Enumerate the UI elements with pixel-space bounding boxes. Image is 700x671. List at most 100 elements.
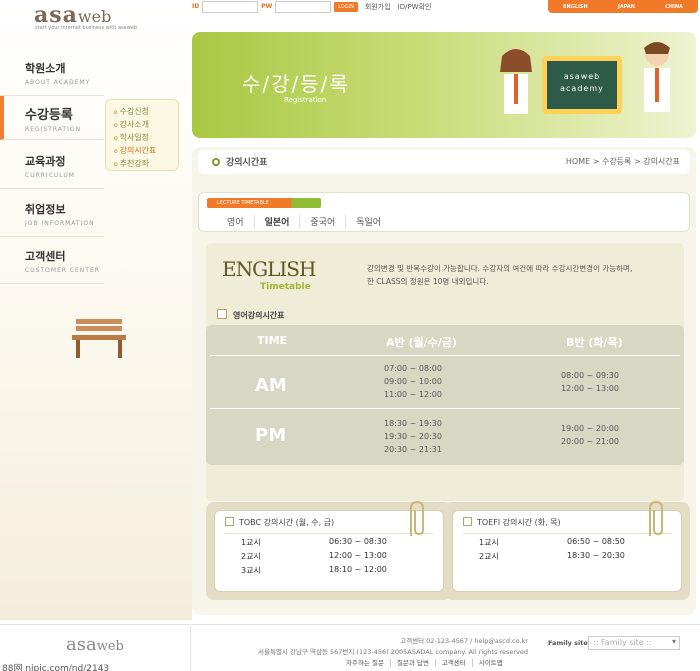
- time-slot: 09:00 ~ 10:00: [384, 377, 442, 386]
- lang-japan[interactable]: JAPAN: [618, 4, 635, 10]
- submenu-item[interactable]: 추천강좌: [114, 158, 178, 171]
- footer-contact: 고객센터 02-123-4567 / help@ascd.co.kr: [400, 637, 528, 645]
- menu-customer[interactable]: 고객센터 CUSTOMER CENTER: [0, 240, 104, 284]
- timetable-subtitle: Timetable: [260, 282, 311, 292]
- join-link[interactable]: 회원가입: [365, 2, 391, 12]
- board-text-2: academy: [560, 84, 604, 93]
- time-slot: 20:00 ~ 21:00: [561, 437, 619, 446]
- toeic-title: TOBC 강의시간 (월, 수, 금): [225, 517, 433, 534]
- language-bar: ENGLISH JAPAN CHINA: [548, 0, 698, 13]
- pw-label: PW: [261, 3, 273, 10]
- toefl-row: 1교시 06:50 ~ 08:50: [463, 537, 671, 548]
- time-slot: 19:00 ~ 20:00: [561, 424, 619, 433]
- submenu: 수강신청 강사소개 학사일정 강의시간표 추천강좌: [105, 99, 179, 171]
- pm-class-b: 19:00 ~ 20:00 20:00 ~ 21:00: [545, 422, 635, 448]
- header-class-a: A반 (월/수/금): [386, 336, 457, 349]
- submenu-item[interactable]: 학사일정: [114, 132, 178, 145]
- time: 12:00 ~ 13:00: [329, 551, 387, 560]
- paperclip-icon: [649, 500, 663, 536]
- period: 2교시: [479, 552, 499, 561]
- lang-english[interactable]: ENGLISH: [563, 4, 588, 10]
- row-pm: PM: [255, 425, 287, 446]
- submenu-item[interactable]: 강사소개: [114, 119, 178, 132]
- footer-links: 자주하는 질문 질문과 답변 고객센터 사이트맵: [340, 657, 509, 667]
- period: 1교시: [241, 538, 261, 547]
- header-time: TIME: [257, 334, 288, 347]
- banner-title: 수/강/등/록: [242, 72, 350, 96]
- menu-sublabel: ABOUT ACADEMY: [25, 79, 91, 86]
- banner: 수/강/등/록 Registration asaweb academy: [192, 32, 696, 138]
- description: 강의변경 및 반복수강이 가능합니다. 수강자의 여건에 따라 수강시간변경이 …: [367, 262, 679, 288]
- tab-japanese[interactable]: 일본어: [255, 215, 301, 228]
- lecture-timetable-label: LECTURE TIMETABLE: [207, 198, 321, 208]
- period: 2교시: [241, 552, 261, 561]
- bullet-icon: [212, 158, 220, 166]
- lang-china[interactable]: CHINA: [665, 4, 683, 10]
- footer-logo-web: web: [96, 639, 124, 654]
- english-title: ENGLISH: [222, 257, 316, 281]
- time: 18:30 ~ 20:30: [567, 551, 625, 560]
- submenu-item-selected[interactable]: 강의시간표: [114, 145, 178, 158]
- menu-label: 수강등록: [25, 108, 73, 123]
- family-site-label: Family site: [548, 639, 588, 647]
- footer-link[interactable]: 자주하는 질문: [340, 659, 390, 667]
- section-title: 영어강의시간표: [217, 309, 285, 321]
- find-link[interactable]: ID/PW확인: [398, 2, 432, 12]
- paperclip-icon: [410, 500, 424, 536]
- am-class-b: 08:00 ~ 09:30 12:00 ~ 13:00: [545, 369, 635, 395]
- id-label: ID: [192, 3, 200, 10]
- toeic-row: 3교시 18:10 ~ 12:00: [225, 565, 433, 576]
- time-slot: 19:30 ~ 20:30: [384, 432, 442, 441]
- footer-logo: asaweb: [66, 634, 124, 655]
- family-site-select[interactable]: :: Family site ::: [588, 636, 680, 650]
- logo-tagline: start your internet business with asaweb: [35, 25, 138, 31]
- menu-about[interactable]: 학원소개 ABOUT ACADEMY: [0, 52, 104, 96]
- tab-chinese[interactable]: 중국어: [300, 215, 347, 228]
- time-slot: 18:30 ~ 19:30: [384, 419, 442, 428]
- toefl-row: 2교시 18:30 ~ 20:30: [463, 551, 671, 562]
- id-input[interactable]: [202, 0, 259, 13]
- menu-sublabel: REGISTRATION: [25, 126, 82, 133]
- time-slot: 12:00 ~ 13:00: [561, 384, 619, 393]
- time-slot: 07:00 ~ 08:00: [384, 364, 442, 373]
- submenu-item[interactable]: 수강신청: [114, 106, 178, 119]
- menu-job[interactable]: 취업정보 JOB INFORMATION: [0, 193, 104, 237]
- watermark: 88网 nipic.com/nd/2143: [2, 664, 110, 671]
- login-button[interactable]: LOGIN: [334, 1, 358, 12]
- time-slot: 11:00 ~ 12:00: [384, 390, 442, 399]
- page-title: 강의시간표: [226, 158, 268, 168]
- menu-sublabel: CURRICULUM: [25, 172, 75, 179]
- footer-info: 고객센터 02-123-4567 / help@ascd.co.kr 서울특별시…: [238, 636, 528, 658]
- menu-label: 고객센터: [25, 250, 66, 263]
- row-divider: [210, 355, 680, 356]
- time: 06:30 ~ 08:30: [329, 537, 387, 546]
- tab-german[interactable]: 독일어: [346, 215, 391, 228]
- am-class-a: 07:00 ~ 08:00 09:00 ~ 10:00 11:00 ~ 12:0…: [368, 362, 458, 401]
- toeic-row: 1교시 06:30 ~ 08:30: [225, 537, 433, 548]
- header-class-b: B반 (화/목): [566, 336, 623, 349]
- pw-input[interactable]: [275, 0, 332, 13]
- period: 3교시: [241, 566, 261, 575]
- menu-registration[interactable]: 수강등록 REGISTRATION: [0, 96, 104, 140]
- breadcrumb: HOME > 수강등록 > 강의시간표: [565, 157, 680, 166]
- tab-english[interactable]: 영어: [217, 215, 255, 228]
- login-bar: ID PW LOGIN 회원가입 ID/PW확인: [192, 0, 431, 13]
- chalkboard: asaweb academy: [542, 56, 622, 114]
- menu-label: 취업정보: [25, 203, 66, 216]
- toefl-title: TOEFl 강의시간 (화, 목): [463, 517, 671, 534]
- page-header: 강의시간표 HOME > 수강등록 > 강의시간표: [198, 150, 690, 174]
- logo-web: web: [77, 7, 112, 26]
- board-text-1: asaweb: [563, 72, 601, 81]
- footer-link[interactable]: 사이트맵: [471, 659, 509, 667]
- menu-label: 교육과정: [25, 155, 66, 168]
- footer-link[interactable]: 질문과 답변: [389, 659, 435, 667]
- page: asaweb start your internet business with…: [0, 0, 700, 671]
- time-slot: 08:00 ~ 09:30: [561, 371, 619, 380]
- footer-logo-asa: asa: [66, 634, 97, 655]
- footer-link[interactable]: 고객센터: [434, 659, 472, 667]
- period: 1교시: [479, 538, 499, 547]
- description-line: 강의변경 및 반복수강이 가능합니다. 수강자의 여건에 따라 수강시간변경이 …: [367, 264, 633, 273]
- lecture-tabs: LECTURE TIMETABLE 영어 일본어 중국어 독일어: [198, 192, 690, 232]
- menu-curriculum[interactable]: 교육과정 CURRICULUM: [0, 145, 104, 189]
- time: 06:50 ~ 08:50: [567, 537, 625, 546]
